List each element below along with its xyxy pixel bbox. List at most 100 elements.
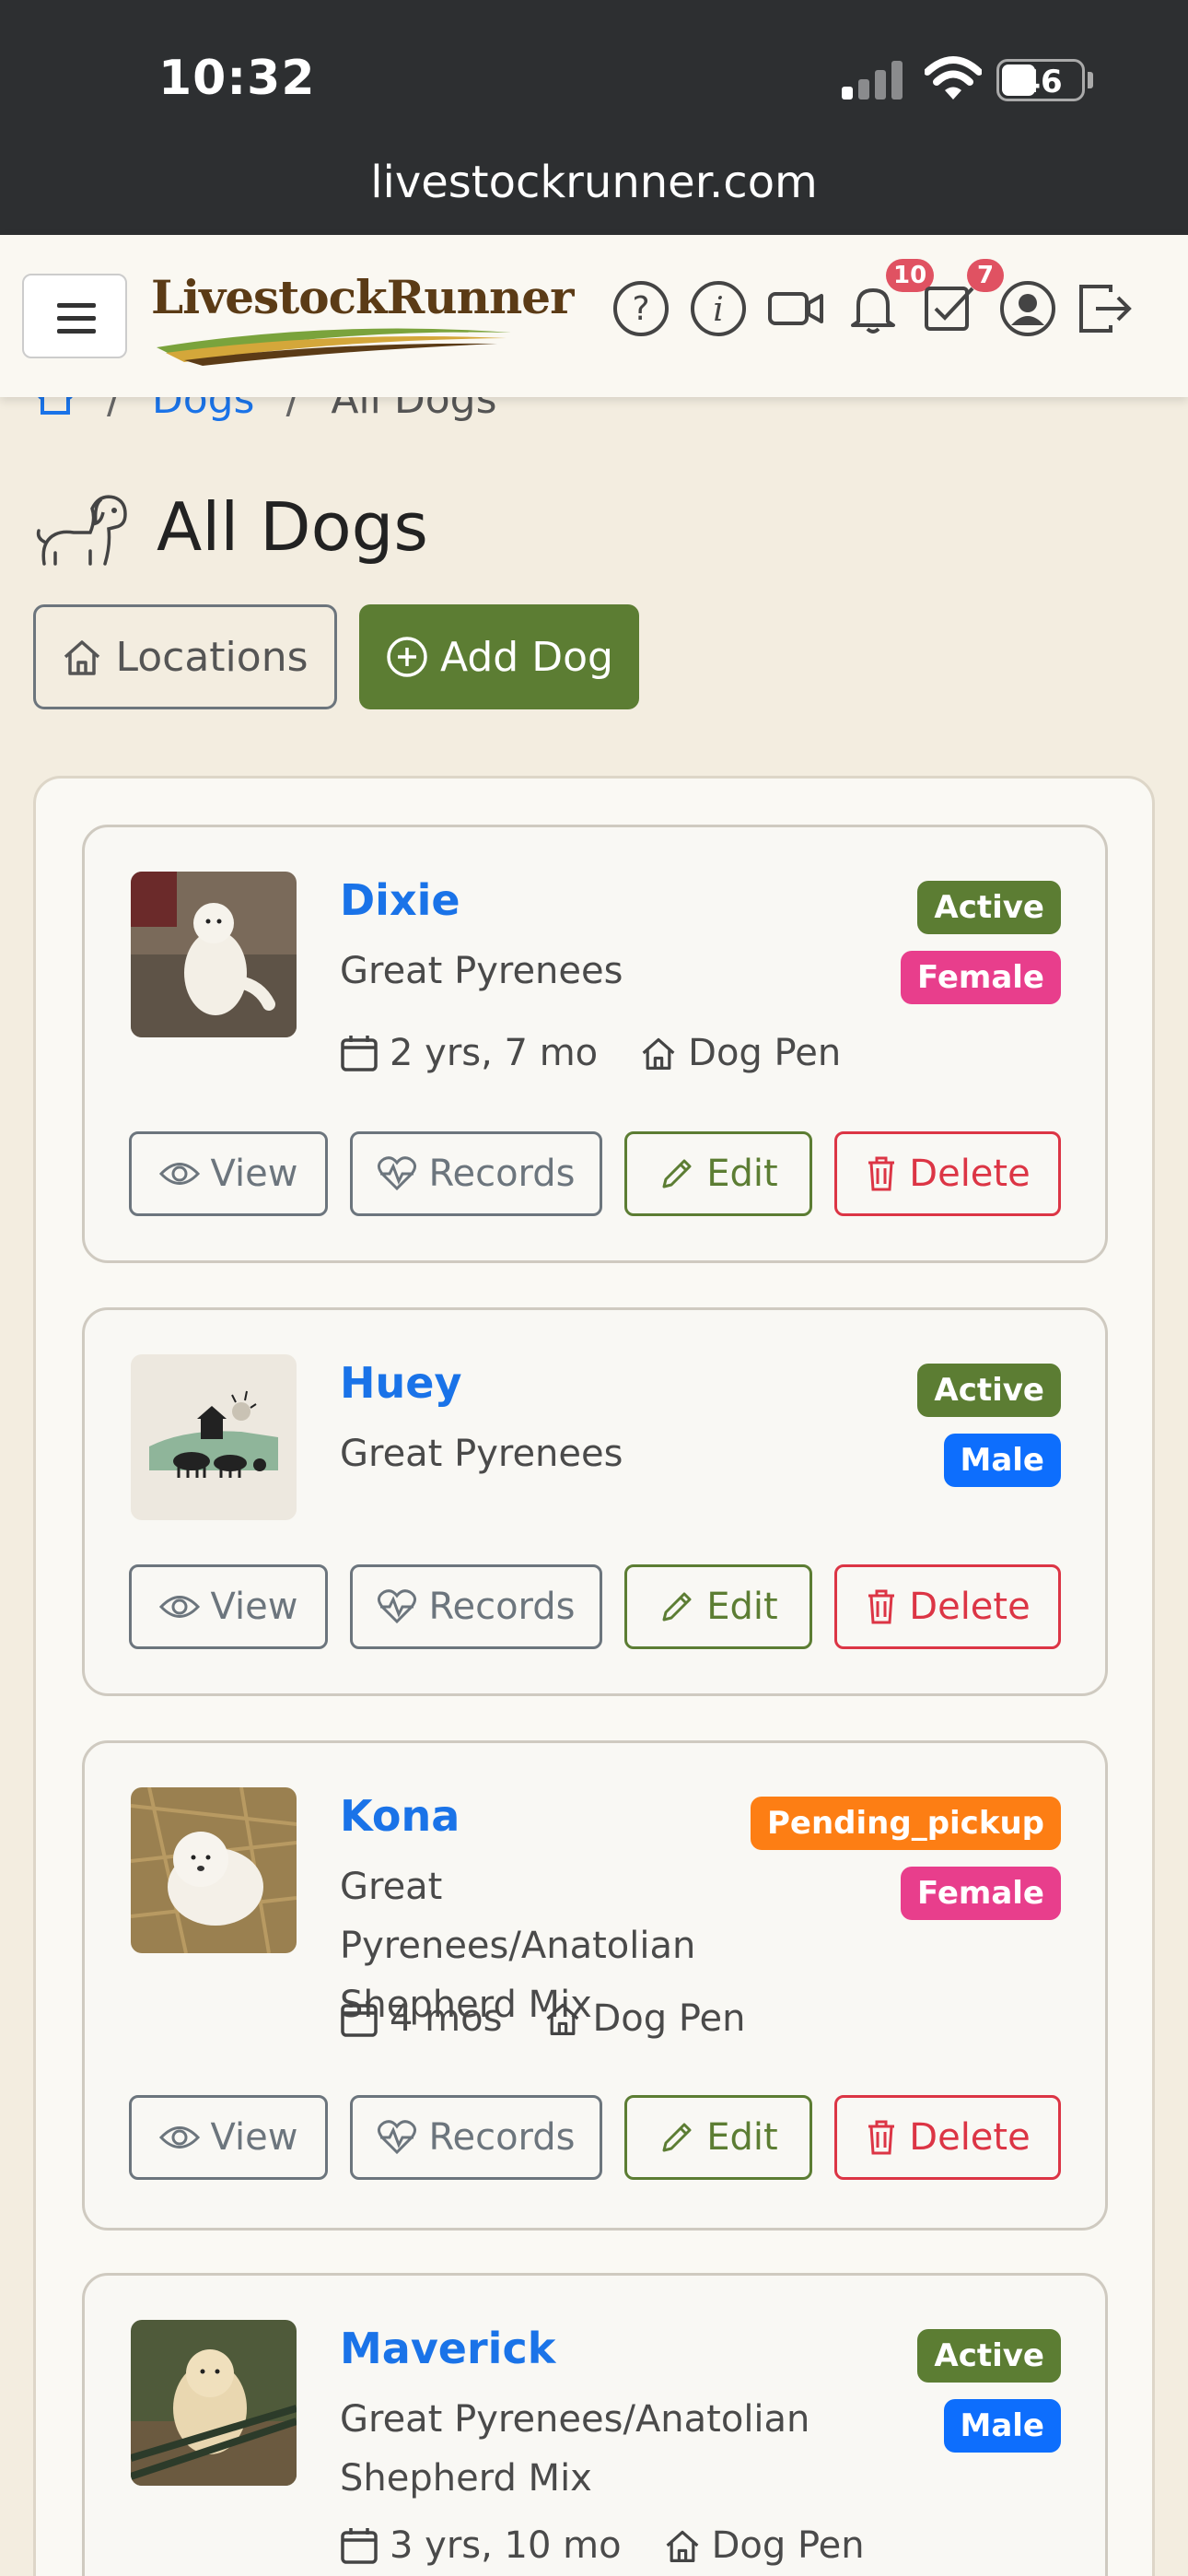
calendar-icon: [341, 2001, 378, 2037]
heart-pulse-icon: [378, 2120, 417, 2155]
records-button[interactable]: Records: [350, 1564, 602, 1649]
trash-icon: [868, 1156, 895, 1191]
user-profile-icon[interactable]: [998, 279, 1057, 338]
wifi-icon: [925, 56, 982, 100]
dog-location: Dog Pen: [711, 2524, 865, 2567]
page-title: All Dogs: [157, 488, 428, 566]
dog-age: 2 yrs, 7 mo: [390, 1032, 599, 1074]
dog-photo-placeholder[interactable]: [131, 1354, 297, 1520]
add-dog-button[interactable]: Add Dog: [359, 604, 639, 709]
house-icon: [642, 1037, 675, 1070]
records-button[interactable]: Records: [350, 1131, 602, 1216]
help-icon[interactable]: ?: [611, 279, 670, 338]
pencil-icon: [662, 1159, 692, 1188]
dog-photo[interactable]: [131, 1787, 297, 1953]
delete-label: Delete: [909, 1586, 1031, 1628]
logo-swoosh-icon: [157, 328, 511, 366]
logout-icon[interactable]: [1076, 279, 1135, 338]
edit-button[interactable]: Edit: [624, 1564, 812, 1649]
dog-icon: [36, 495, 127, 566]
hamburger-menu-button[interactable]: [22, 274, 127, 358]
address-bar[interactable]: livestockrunner.com: [0, 157, 1188, 208]
svg-text:?: ?: [632, 290, 649, 328]
view-label: View: [210, 1153, 298, 1195]
cellular-signal-icon: [842, 61, 906, 100]
delete-button[interactable]: Delete: [834, 1564, 1061, 1649]
sex-badge: Female: [901, 1867, 1061, 1920]
card-actions: View Records Edit Delete: [129, 1564, 1061, 1649]
card-actions: View Records Edit Delete: [129, 1131, 1061, 1216]
house-icon: [64, 640, 100, 675]
dog-meta: 4 mos Dog Pen: [340, 1997, 746, 2040]
dog-age: 4 mos: [390, 1997, 503, 2040]
delete-label: Delete: [909, 2116, 1031, 2159]
sex-badge: Male: [943, 1434, 1061, 1487]
pencil-icon: [662, 1592, 692, 1622]
eye-icon: [158, 2126, 200, 2149]
dog-location: Dog Pen: [592, 1997, 746, 2040]
battery-nub: [1088, 72, 1093, 88]
dog-card: Huey Great Pyrenees Active Male View Rec…: [82, 1307, 1108, 1696]
status-time: 10:32: [158, 51, 316, 106]
trash-icon: [868, 1589, 895, 1624]
edit-button[interactable]: Edit: [624, 2095, 812, 2180]
locations-label: Locations: [115, 633, 309, 681]
status-badge: Pending_pickup: [750, 1797, 1061, 1850]
status-badge: Active: [917, 2329, 1061, 2383]
view-button[interactable]: View: [129, 1564, 328, 1649]
locations-button[interactable]: Locations: [33, 604, 337, 709]
eye-icon: [158, 1596, 200, 1618]
dog-name-link[interactable]: Kona: [340, 1791, 460, 1841]
records-label: Records: [428, 1153, 576, 1195]
view-label: View: [210, 2116, 298, 2159]
info-icon[interactable]: i: [689, 279, 748, 338]
app-header: LivestockRunner ? i 10 7: [0, 235, 1188, 397]
dog-list-container: Dixie Great Pyrenees Active Female 2 yrs…: [33, 776, 1155, 2576]
edit-button[interactable]: Edit: [624, 1131, 812, 1216]
heart-pulse-icon: [378, 1589, 417, 1624]
view-button[interactable]: View: [129, 1131, 328, 1216]
dog-breed: Great Pyrenees/Anatolian Shepherd Mix: [340, 2398, 810, 2500]
house-icon: [547, 2003, 579, 2035]
delete-label: Delete: [909, 1153, 1031, 1195]
dog-card: Maverick Great Pyrenees/Anatolian Shephe…: [82, 2273, 1108, 2576]
dog-breed: Great Pyrenees: [340, 1433, 623, 1475]
status-badge: Active: [917, 1364, 1061, 1417]
dog-card: Kona Great Pyrenees/Anatolian Shepherd M…: [82, 1740, 1108, 2231]
tasks-checkbox-icon[interactable]: [921, 279, 980, 338]
svg-text:i: i: [713, 291, 724, 329]
card-actions: View Records Edit Delete: [129, 2095, 1061, 2180]
dog-name-link[interactable]: Dixie: [340, 875, 460, 925]
records-button[interactable]: Records: [350, 2095, 602, 2180]
dog-meta: 3 yrs, 10 mo Dog Pen: [340, 2524, 865, 2567]
status-badge: Active: [917, 881, 1061, 934]
dog-card: Dixie Great Pyrenees Active Female 2 yrs…: [82, 825, 1108, 1263]
dog-age: 3 yrs, 10 mo: [390, 2524, 622, 2567]
video-camera-icon[interactable]: [766, 279, 825, 338]
calendar-icon: [341, 1036, 378, 1071]
sex-badge: Female: [901, 951, 1061, 1004]
dog-breed: Great Pyrenees: [340, 950, 623, 992]
trash-icon: [868, 2120, 895, 2155]
view-button[interactable]: View: [129, 2095, 328, 2180]
livestockrunner-logo[interactable]: LivestockRunner: [147, 263, 574, 369]
records-label: Records: [428, 1586, 576, 1628]
dog-name-link[interactable]: Huey: [340, 1358, 461, 1408]
battery-icon: 46: [996, 59, 1085, 101]
dog-photo[interactable]: [131, 872, 297, 1037]
browser-chrome: 10:32 46 livestockrunner.com: [0, 0, 1188, 235]
delete-button[interactable]: Delete: [834, 1131, 1061, 1216]
dog-name-link[interactable]: Maverick: [340, 2324, 555, 2373]
edit-label: Edit: [706, 2116, 778, 2159]
records-label: Records: [428, 2116, 576, 2159]
view-label: View: [210, 1586, 298, 1628]
logo-text: LivestockRunner: [151, 270, 574, 324]
plus-circle-icon: [387, 637, 427, 677]
dog-photo[interactable]: [131, 2320, 297, 2486]
dog-meta: 2 yrs, 7 mo Dog Pen: [340, 1032, 841, 1074]
heart-pulse-icon: [378, 1156, 417, 1191]
calendar-icon: [341, 2528, 378, 2564]
eye-icon: [158, 1163, 200, 1185]
delete-button[interactable]: Delete: [834, 2095, 1061, 2180]
sex-badge: Male: [943, 2399, 1061, 2453]
